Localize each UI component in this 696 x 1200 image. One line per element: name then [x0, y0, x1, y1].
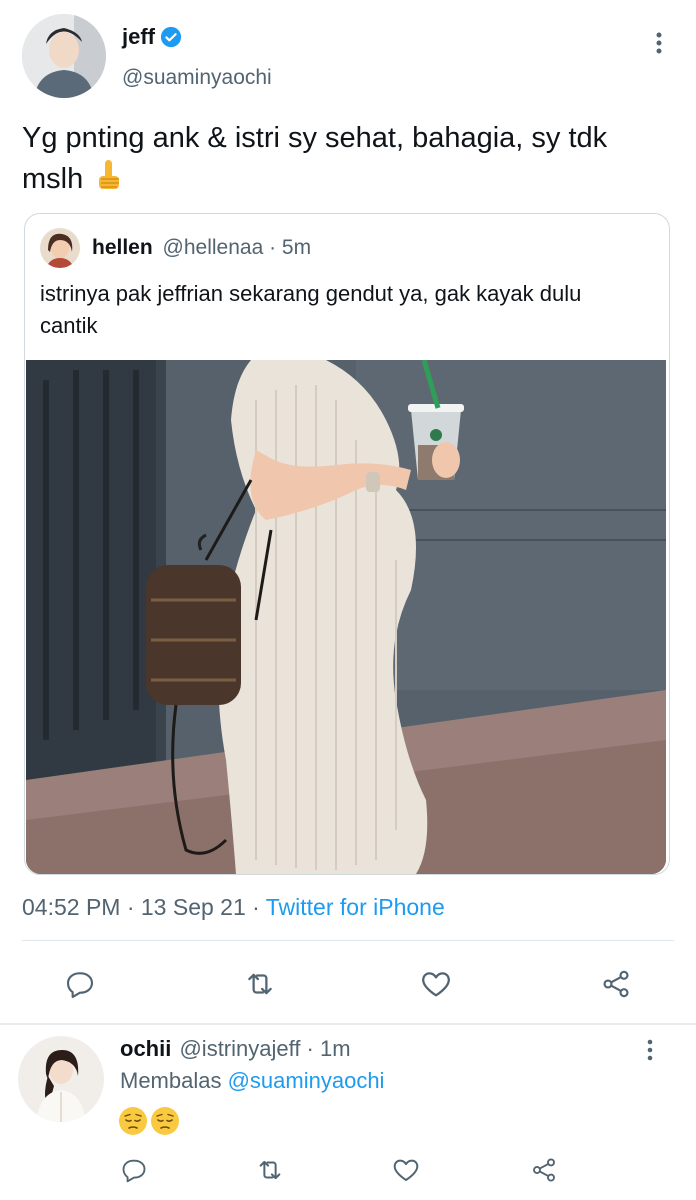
divider	[22, 940, 674, 941]
reply-author-name[interactable]: ochii	[120, 1036, 171, 1061]
replying-prefix: Membalas	[120, 1068, 228, 1093]
retweet-icon[interactable]	[240, 964, 280, 1004]
heart-icon[interactable]	[388, 1152, 424, 1188]
tweet-timestamp[interactable]: 04:52 PM · 13 Sep 21 ·	[22, 894, 266, 920]
quoted-author-avatar	[40, 228, 80, 268]
tweet-source[interactable]: Twitter for iPhone	[266, 894, 445, 920]
tweet-meta: 04:52 PM · 13 Sep 21 · Twitter for iPhon…	[22, 894, 445, 921]
heart-icon[interactable]	[416, 964, 456, 1004]
pensive-face-icon	[119, 1107, 147, 1135]
reply-icon[interactable]	[60, 964, 100, 1004]
quoted-tweet-text: istrinya pak jeffrian sekarang gendut ya…	[40, 281, 582, 338]
more-icon[interactable]	[648, 28, 670, 58]
quoted-author-handle[interactable]: @hellenaa · 5m	[163, 236, 312, 259]
photo-pregnant-woman	[26, 360, 666, 874]
reply-context: Membalas @suaminyaochi	[120, 1068, 384, 1094]
share-icon[interactable]	[596, 964, 636, 1004]
thumbs-up-icon	[95, 158, 125, 203]
reply-text	[118, 1106, 180, 1136]
quoted-author-name[interactable]: hellen	[92, 236, 153, 259]
reply-author-avatar[interactable]	[18, 1036, 104, 1122]
retweet-icon[interactable]	[252, 1152, 288, 1188]
tweet-text: Yg pnting ank & istri sy sehat, bahagia,…	[22, 118, 662, 203]
reply-author-handle[interactable]: @istrinyajeff · 1m	[179, 1036, 350, 1061]
author-handle[interactable]: @suaminyaochi	[122, 66, 272, 90]
verified-badge-icon	[160, 26, 182, 48]
replying-to-link[interactable]: @suaminyaochi	[228, 1068, 385, 1093]
reply-icon[interactable]	[116, 1152, 152, 1188]
author-avatar[interactable]	[22, 14, 106, 98]
quoted-tweet-photo[interactable]	[26, 360, 666, 874]
share-icon[interactable]	[526, 1152, 562, 1188]
divider	[0, 1023, 696, 1025]
pensive-face-icon	[151, 1107, 179, 1135]
author-name[interactable]: jeff	[122, 24, 155, 50]
avatar-photo	[22, 14, 106, 98]
more-icon[interactable]	[640, 1036, 660, 1064]
